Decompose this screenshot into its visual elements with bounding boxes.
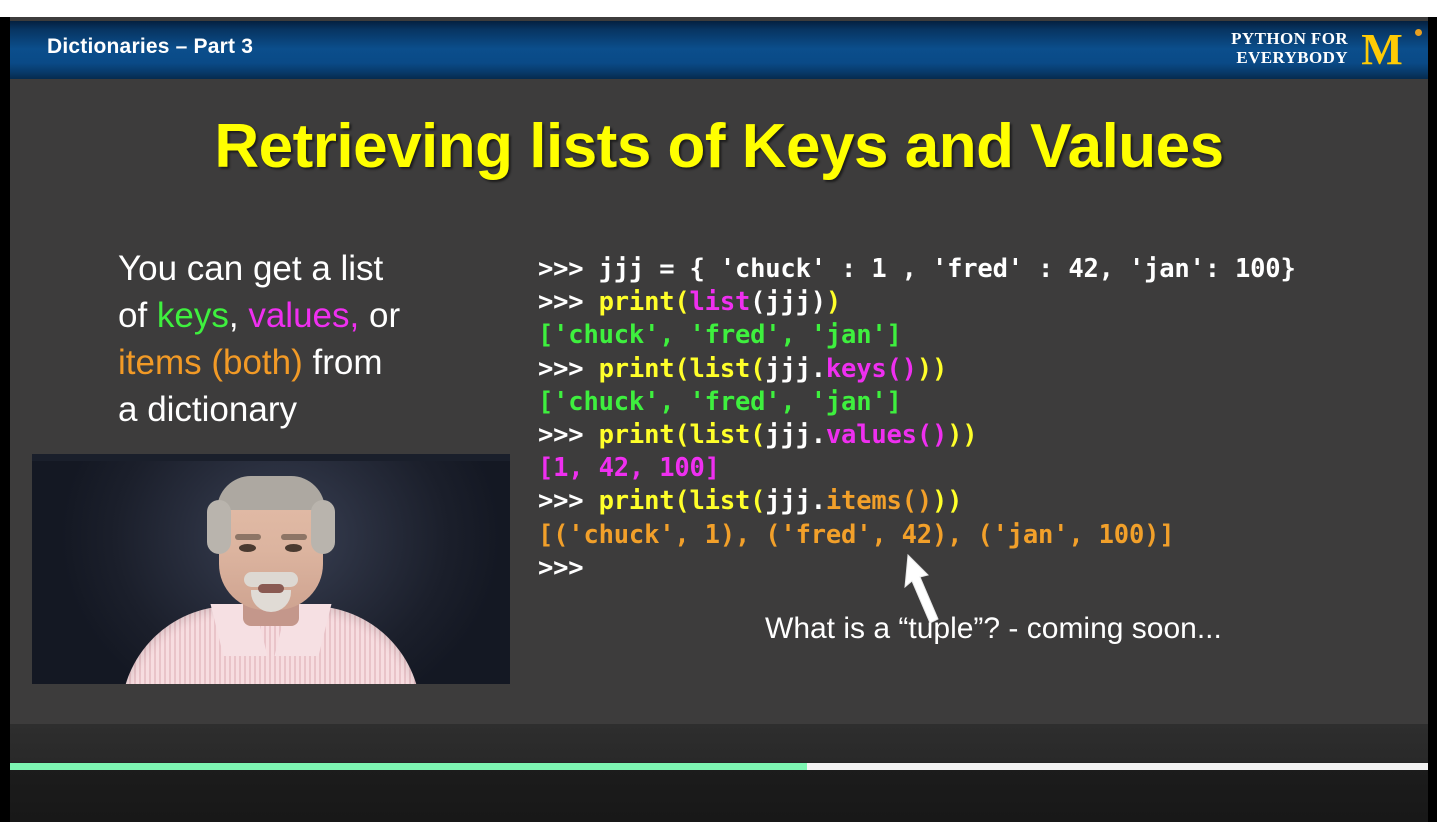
code-console-block: >>> jjj = { 'chuck' : 1 , 'fred' : 42, '…	[538, 253, 1296, 585]
code-token: print(	[598, 287, 690, 318]
prose-line-3-suffix: from	[302, 343, 383, 382]
code-token: ['chuck', 'fred', 'jan']	[538, 320, 902, 351]
michigan-m-logo-icon: M	[1361, 25, 1403, 74]
code-token: jjj.	[765, 420, 826, 451]
video-progress-fill	[10, 763, 807, 770]
corner-dot-icon	[1415, 29, 1422, 36]
code-token: >>> jjj = { 'chuck' : 1 , 'fred' : 42, '…	[538, 254, 1296, 284]
prose-line-2-suffix: or	[359, 296, 401, 335]
code-token: jjj.	[765, 353, 826, 384]
prose-line-4: a dictionary	[118, 390, 297, 429]
instructor-mouth	[258, 584, 284, 593]
instructor-hair-right	[311, 500, 335, 554]
code-token: ))	[947, 420, 978, 451]
video-progress-track[interactable]	[10, 763, 1428, 770]
brand-line-2: EVERYBODY	[1236, 48, 1348, 67]
code-token: print(list(	[598, 420, 766, 451]
code-token: >>>	[538, 287, 599, 318]
video-player-controls[interactable]	[10, 724, 1428, 822]
code-token: )	[825, 287, 842, 318]
instructor-video-thumbnail[interactable]	[32, 454, 510, 684]
code-line: >>> print(list(jjj))	[538, 286, 1296, 319]
code-token: keys()	[825, 353, 917, 384]
code-line: [1, 42, 100]	[538, 452, 1296, 485]
code-token: ['chuck', 'fred', 'jan']	[538, 386, 902, 417]
prose-keys-word: keys	[156, 296, 229, 335]
slide-header-bar: Dictionaries – Part 3 PYTHON FOR EVERYBO…	[10, 21, 1428, 79]
code-token: print(list(	[598, 486, 766, 517]
brand-wordmark: PYTHON FOR EVERYBODY	[1231, 29, 1348, 67]
code-token: ))	[916, 353, 948, 384]
code-token: jjj.	[765, 486, 826, 517]
top-white-strip	[0, 0, 1437, 17]
code-token: ))	[931, 486, 963, 517]
code-line: >>> print(list(jjj.keys()))	[538, 353, 1296, 386]
code-token: [1, 42, 100]	[538, 453, 720, 484]
instructor-eye-left	[239, 544, 256, 552]
code-token: >>>	[538, 420, 599, 451]
code-token: (jjj)	[750, 287, 826, 318]
code-token: list	[689, 287, 751, 318]
code-line: ['chuck', 'fred', 'jan']	[538, 319, 1296, 352]
slide-title: Retrieving lists of Keys and Values	[214, 112, 1224, 181]
slide-viewer: Dictionaries – Part 3 PYTHON FOR EVERYBO…	[0, 0, 1437, 822]
code-token: items()	[825, 486, 932, 517]
code-token: >>>	[538, 552, 584, 583]
instructor-hair-left	[207, 500, 231, 554]
prose-items-word: items (both)	[118, 343, 303, 382]
code-token: >>>	[538, 353, 599, 384]
code-line: >>> print(list(jjj.items()))	[538, 485, 1296, 518]
brand-line-1: PYTHON FOR	[1231, 29, 1348, 48]
code-token: >>>	[538, 486, 599, 517]
code-line: ['chuck', 'fred', 'jan']	[538, 386, 1296, 419]
prose-values-word: values,	[248, 296, 360, 335]
instructor-hair-top	[217, 476, 325, 510]
prose-line-2-prefix: of	[118, 296, 157, 335]
prose-line-2-mid: ,	[228, 296, 249, 335]
slide-canvas: Dictionaries – Part 3 PYTHON FOR EVERYBO…	[10, 17, 1428, 724]
code-token: print(list(	[598, 353, 766, 384]
prose-block: You can get a list of keys, values, or i…	[118, 245, 458, 433]
instructor-brow-left	[235, 534, 261, 540]
thumbnail-top-letterbox	[32, 454, 510, 461]
code-line: >>> jjj = { 'chuck' : 1 , 'fred' : 42, '…	[538, 253, 1296, 286]
instructor-eye-right	[285, 544, 302, 552]
prose-line-1: You can get a list	[118, 249, 384, 288]
code-token: values()	[825, 420, 948, 451]
page-title: Dictionaries – Part 3	[47, 35, 254, 58]
tuple-caption: What is a “tuple”? - coming soon...	[765, 612, 1222, 645]
code-token: [('chuck', 1), ('fred', 42), ('jan', 100…	[538, 519, 1175, 550]
instructor-brow-right	[281, 534, 307, 540]
code-line: >>> print(list(jjj.values()))	[538, 419, 1296, 452]
